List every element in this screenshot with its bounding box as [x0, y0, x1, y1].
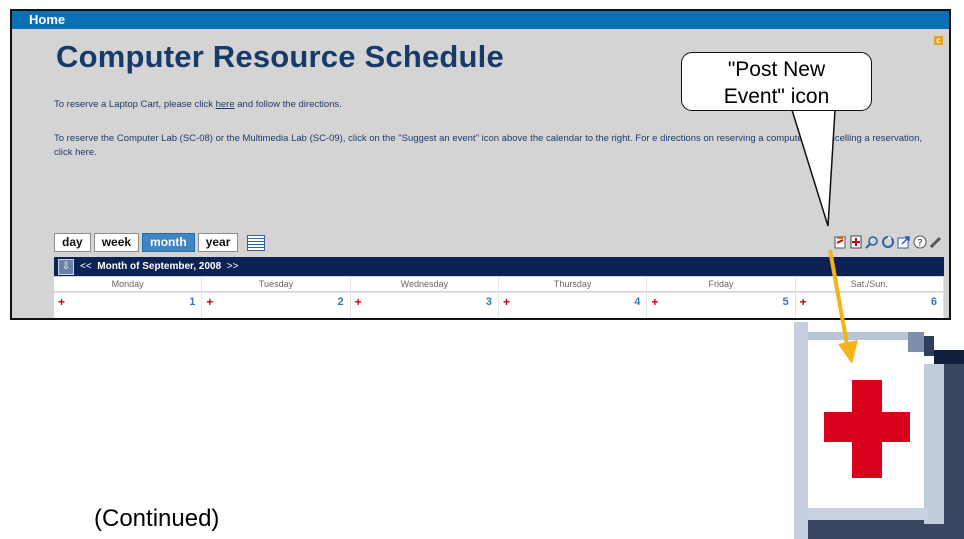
pointer-arrow: [828, 249, 858, 364]
continued-caption: (Continued): [94, 505, 220, 532]
